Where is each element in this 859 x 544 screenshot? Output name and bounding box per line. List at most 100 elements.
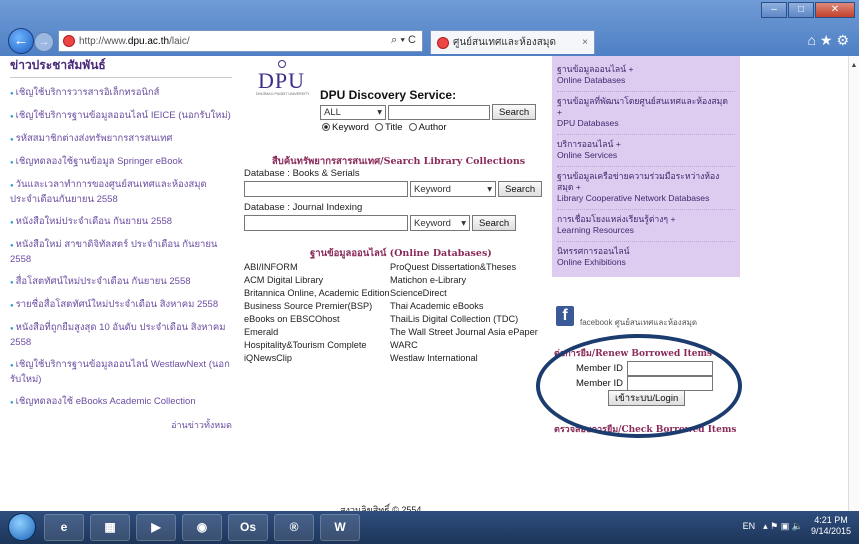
bullet-icon: ● [10,137,14,143]
news-section: ข่าวประชาสัมพันธ์ ● เชิญใช้บริการวารสารอิ… [10,56,232,432]
minimize-button[interactable]: – [761,2,787,18]
facebook-icon[interactable]: f [556,306,574,326]
home-star-gear-icons[interactable]: ⌂★⚙ [807,32,853,49]
resource-menu: ฐานข้อมูลออนไลน์ + Online Databases ฐานข้อ… [552,56,740,277]
facebook-label[interactable]: facebook ศูนย์สนเทศและห้องสมุด [580,316,697,329]
online-db-link[interactable]: The Wall Street Journal Asia ePaper [390,327,550,338]
online-db-link[interactable]: Hospitality&Tourism Complete [244,340,390,351]
discovery-search-button[interactable]: Search [492,104,537,120]
bullet-icon: ● [10,303,14,309]
bullet-icon: ● [10,160,14,166]
online-db-link[interactable]: ThaiLis Digital Collection (TDC) [390,314,550,325]
taskbar-app[interactable]: W [320,514,360,541]
menu-item[interactable]: ฐานข้อมูลออนไลน์ + Online Databases [557,60,735,92]
online-db-link[interactable]: eBooks on EBSCOhost [244,314,390,325]
read-all-news-link[interactable]: อ่านข่าวทั้งหมด [10,418,232,432]
news-item[interactable]: ● สื่อโสตทัศน์ใหม่ประจำเดือน กันยายน 2558 [10,275,232,290]
online-db-link[interactable]: WARC [390,340,550,351]
online-db-link[interactable]: Britannica Online, Academic Edition [244,288,390,299]
news-item[interactable]: ● เชิญทดลองใช้ฐานข้อมูล Springer eBook [10,155,232,170]
db-journal-row: Keyword ▾ Search [244,215,517,231]
news-item[interactable]: ● รายชื่อสื่อโสตทัศน์ใหม่ประจำเดือน สิงหา… [10,298,232,313]
highlight-oval [536,334,742,438]
radio-keyword[interactable]: Keyword [322,122,369,133]
online-db-link[interactable]: Thai Academic eBooks [390,301,550,312]
online-db-link[interactable]: ScienceDirect [390,288,550,299]
news-item[interactable]: ● เชิญใช้บริการฐานข้อมูลออนไลน์ IEICE (นอ… [10,109,232,124]
books-field-select[interactable]: Keyword ▾ [410,181,496,197]
search-refresh-icons[interactable]: ⌕ ▾ C [391,34,416,47]
online-db-list: ABI/INFORM ProQuest Dissertation&Theses AC… [244,262,554,364]
news-item[interactable]: ● เชิญใช้บริการฐานข้อมูลออนไลน์ WestlawNe… [10,358,232,387]
taskbar-app[interactable]: e [44,514,84,541]
scroll-up-icon[interactable]: ▲ [849,62,859,69]
tab-title: ศูนย์สนเทศและห้องสมุด [453,37,556,48]
taskbar-app[interactable]: ▦ [90,514,130,541]
taskbar-app[interactable]: Os [228,514,268,541]
online-db-link[interactable]: Matichon e-Library [390,275,550,286]
right-sidebar: ฐานข้อมูลออนไลน์ + Online Databases ฐานข้อ… [552,56,740,435]
collections-title: สืบค้นทรัพยากรสารสนเทศ/Search Library Co… [272,156,526,167]
online-db-link[interactable]: ProQuest Dissertation&Theses [390,262,550,273]
news-item[interactable]: ● เชิญทดลองใช้ eBooks Academic Collection [10,395,232,410]
online-db-link[interactable]: Business Source Premier(BSP) [244,301,390,312]
bullet-icon: ● [10,220,14,226]
vertical-scrollbar[interactable]: ▲ [848,56,859,511]
online-db-link[interactable]: Emerald [244,327,390,338]
news-item[interactable]: ● รหัสสมาชิกต่างส่งทรัพยากรสารสนเทศ [10,132,232,147]
menu-item[interactable]: ฐานข้อมูลที่พัฒนาโดยศูนย์สนเทศและห้องสมุ… [557,92,735,135]
browser-chrome: – □ ✕ ← → http://www.dpu.ac.th/laic/ ⌕ ▾… [0,0,859,58]
db-books-label: Database : Books & Serials [244,168,360,179]
taskbar-app[interactable]: ® [274,514,314,541]
browser-tab[interactable]: ศูนย์สนเทศและห้องสมุด × [430,30,595,54]
menu-item[interactable]: บริการออนไลน์ + Online Services [557,135,735,167]
discovery-search-input[interactable] [388,104,490,120]
news-item[interactable]: ● เชิญใช้บริการวารสารอิเล็กทรอนิกส์ [10,86,232,101]
bullet-icon: ● [10,363,14,369]
taskbar-app[interactable]: ▶ [136,514,176,541]
online-db-title: ฐานข้อมูลออนไลน์ (Online Databases) [310,248,492,259]
news-list: ● เชิญใช้บริการวารสารอิเล็กทรอนิกส์ ● เชิญใ… [10,86,232,410]
navigation-bar: ← → http://www.dpu.ac.th/laic/ ⌕ ▾ C ศูน… [0,26,859,56]
bullet-icon: ● [10,400,14,406]
books-search-button[interactable]: Search [498,181,543,197]
bullet-icon: ● [10,114,14,120]
bullet-icon: ● [10,326,14,332]
journal-search-button[interactable]: Search [472,215,517,231]
start-button[interactable] [8,513,36,541]
tray-icons[interactable]: ▴ ⚑ ▣ 🔈 [763,521,803,532]
db-journal-label: Database : Journal Indexing [244,202,363,213]
forward-button[interactable]: → [34,32,54,52]
online-db-link[interactable]: ACM Digital Library [244,275,390,286]
db-books-row: Keyword ▾ Search [244,181,543,197]
language-indicator[interactable]: EN [743,521,756,531]
site-favicon-icon [63,35,75,47]
scope-select[interactable]: ALL ▾ [320,104,386,120]
news-item[interactable]: ● หนังสือที่ถูกยืมสูงสุด 10 อันดับ ประจำเ… [10,321,232,350]
radio-title[interactable]: Title [374,122,403,133]
online-db-link[interactable]: Westlaw International [390,353,550,364]
taskbar-app[interactable]: ◉ [182,514,222,541]
clock[interactable]: 4:21 PM 9/14/2015 [811,515,851,537]
news-item[interactable]: ● หนังสือใหม่ประจำเดือน กันยายน 2558 [10,215,232,230]
menu-item[interactable]: นิทรรศการออนไลน์ Online Exhibitions [557,242,735,273]
close-button[interactable]: ✕ [815,2,855,18]
back-button[interactable]: ← [8,28,34,54]
tab-favicon-icon [437,36,449,49]
online-db-link[interactable]: iQNewsClip [244,353,390,364]
bullet-icon: ● [10,280,14,286]
maximize-button[interactable]: □ [788,2,814,18]
books-search-input[interactable] [244,181,408,197]
online-db-link[interactable]: ABI/INFORM [244,262,390,273]
taskbar: e ▦ ▶ ◉ Os ® W EN ▴ ⚑ ▣ 🔈 4:21 PM 9/14/2015 [0,511,859,544]
news-item[interactable]: ● หนังสือใหม่ สาขาดิจิทัลสตร์ ประจำเดือน … [10,238,232,267]
journal-search-input[interactable] [244,215,408,231]
menu-item[interactable]: ฐานข้อมูลเครือข่ายความร่วมมือระหว่างห้อง… [557,167,735,210]
tab-close-icon[interactable]: × [582,37,588,48]
address-bar[interactable]: http://www.dpu.ac.th/laic/ ⌕ ▾ C [58,30,423,52]
radio-author[interactable]: Author [408,122,447,133]
window-controls: – □ ✕ [761,2,855,18]
news-item[interactable]: ● วันและเวลาทำการของศูนย์สนเทศและห้องสมุด… [10,178,232,207]
journal-field-select[interactable]: Keyword ▾ [410,215,470,231]
menu-item[interactable]: การเชื่อมโยงแหล่งเรียนรู้ต่างๆ + Learning… [557,210,735,242]
